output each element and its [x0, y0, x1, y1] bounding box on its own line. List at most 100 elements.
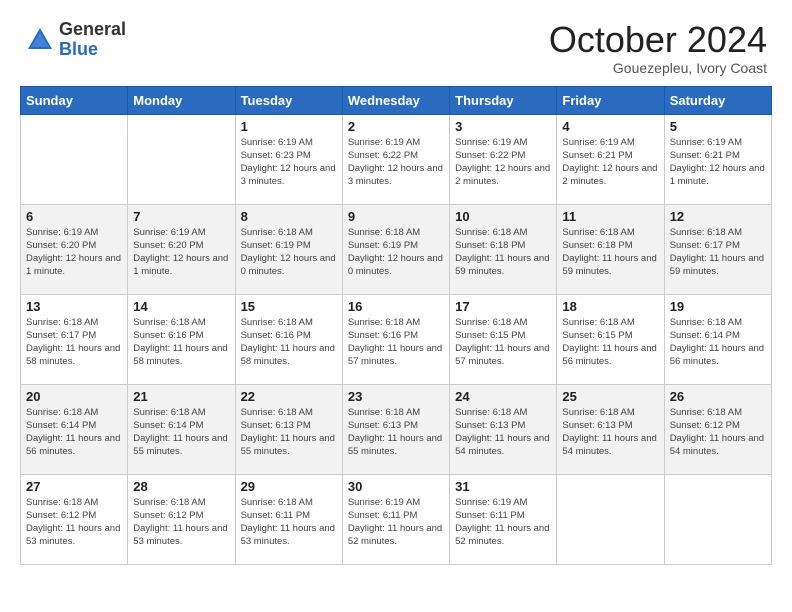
day-info: Sunrise: 6:18 AM Sunset: 6:12 PM Dayligh…: [26, 496, 122, 549]
day-info: Sunrise: 6:18 AM Sunset: 6:17 PM Dayligh…: [26, 316, 122, 369]
calendar-day-cell: 17Sunrise: 6:18 AM Sunset: 6:15 PM Dayli…: [450, 294, 557, 384]
calendar-day-cell: 31 Sunrise: 6:19 AM Sunset: 6:11 PM Dayli…: [450, 474, 557, 564]
day-of-week-header: Wednesday: [342, 86, 449, 114]
day-number: 27: [26, 479, 122, 494]
day-number: 12: [670, 209, 766, 224]
logo-icon: [25, 25, 55, 55]
day-number: 2: [348, 119, 444, 134]
day-of-week-header: Tuesday: [235, 86, 342, 114]
day-info: Sunrise: 6:18 AM Sunset: 6:11 PM Dayligh…: [241, 496, 337, 549]
day-info: Sunrise: 6:19 AM Sunset: 6:11 PM Dayligh…: [348, 496, 444, 549]
day-info: Sunrise: 6:18 AM Sunset: 6:16 PM Dayligh…: [133, 316, 229, 369]
day-number: 28: [133, 479, 229, 494]
day-number: 14: [133, 299, 229, 314]
calendar-day-cell: [557, 474, 664, 564]
day-info: Sunrise: 6:19 AM Sunset: 6:23 PM Dayligh…: [241, 136, 337, 189]
day-number: 9: [348, 209, 444, 224]
day-number: 11: [562, 209, 658, 224]
calendar-day-cell: 3Sunrise: 6:19 AM Sunset: 6:22 PM Daylig…: [450, 114, 557, 204]
day-of-week-header: Friday: [557, 86, 664, 114]
calendar-week-row: 1Sunrise: 6:19 AM Sunset: 6:23 PM Daylig…: [21, 114, 772, 204]
calendar-day-cell: 12 Sunrise: 6:18 AM Sunset: 6:17 PM Dayli…: [664, 204, 771, 294]
day-info: Sunrise: 6:18 AM Sunset: 6:17 PM Dayligh…: [670, 226, 766, 279]
day-number: 5: [670, 119, 766, 134]
day-info: Sunrise: 6:18 AM Sunset: 6:16 PM Dayligh…: [241, 316, 337, 369]
day-info: Sunrise: 6:18 AM Sunset: 6:16 PM Dayligh…: [348, 316, 444, 369]
day-info: Sunrise: 6:18 AM Sunset: 6:18 PM Dayligh…: [455, 226, 551, 279]
calendar-day-cell: 26 Sunrise: 6:18 AM Sunset: 6:12 PM Dayli…: [664, 384, 771, 474]
day-number: 16: [348, 299, 444, 314]
day-number: 31: [455, 479, 551, 494]
day-info: Sunrise: 6:18 AM Sunset: 6:14 PM Dayligh…: [26, 406, 122, 459]
calendar-day-cell: 28 Sunrise: 6:18 AM Sunset: 6:12 PM Dayli…: [128, 474, 235, 564]
day-info: Sunrise: 6:19 AM Sunset: 6:22 PM Dayligh…: [348, 136, 444, 189]
day-info: Sunrise: 6:19 AM Sunset: 6:22 PM Dayligh…: [455, 136, 551, 189]
day-number: 24: [455, 389, 551, 404]
calendar-day-cell: 4 Sunrise: 6:19 AM Sunset: 6:21 PM Daylig…: [557, 114, 664, 204]
logo-blue-text: Blue: [59, 40, 126, 60]
calendar-body: 1Sunrise: 6:19 AM Sunset: 6:23 PM Daylig…: [21, 114, 772, 564]
calendar-day-cell: 13 Sunrise: 6:18 AM Sunset: 6:17 PM Dayli…: [21, 294, 128, 384]
day-info: Sunrise: 6:18 AM Sunset: 6:12 PM Dayligh…: [133, 496, 229, 549]
calendar-day-cell: 21 Sunrise: 6:18 AM Sunset: 6:14 PM Dayli…: [128, 384, 235, 474]
day-info: Sunrise: 6:18 AM Sunset: 6:15 PM Dayligh…: [455, 316, 551, 369]
day-info: Sunrise: 6:19 AM Sunset: 6:20 PM Dayligh…: [26, 226, 122, 279]
day-number: 22: [241, 389, 337, 404]
calendar-day-cell: 20 Sunrise: 6:18 AM Sunset: 6:14 PM Dayli…: [21, 384, 128, 474]
calendar-day-cell: 29 Sunrise: 6:18 AM Sunset: 6:11 PM Dayli…: [235, 474, 342, 564]
calendar-day-cell: 11Sunrise: 6:18 AM Sunset: 6:18 PM Dayli…: [557, 204, 664, 294]
calendar-day-cell: 2 Sunrise: 6:19 AM Sunset: 6:22 PM Daylig…: [342, 114, 449, 204]
day-number: 19: [670, 299, 766, 314]
day-number: 25: [562, 389, 658, 404]
calendar-table: SundayMondayTuesdayWednesdayThursdayFrid…: [20, 86, 772, 565]
calendar-header: SundayMondayTuesdayWednesdayThursdayFrid…: [21, 86, 772, 114]
day-number: 7: [133, 209, 229, 224]
day-number: 8: [241, 209, 337, 224]
day-number: 26: [670, 389, 766, 404]
day-info: Sunrise: 6:18 AM Sunset: 6:14 PM Dayligh…: [133, 406, 229, 459]
calendar-day-cell: 25 Sunrise: 6:18 AM Sunset: 6:13 PM Dayli…: [557, 384, 664, 474]
calendar-day-cell: 7 Sunrise: 6:19 AM Sunset: 6:20 PM Daylig…: [128, 204, 235, 294]
day-of-week-header: Sunday: [21, 86, 128, 114]
calendar-day-cell: 5Sunrise: 6:19 AM Sunset: 6:21 PM Daylig…: [664, 114, 771, 204]
month-title: October 2024: [549, 20, 767, 60]
day-number: 30: [348, 479, 444, 494]
location-subtitle: Gouezepleu, Ivory Coast: [549, 60, 767, 76]
logo: General Blue: [25, 20, 126, 60]
calendar-day-cell: 16 Sunrise: 6:18 AM Sunset: 6:16 PM Dayli…: [342, 294, 449, 384]
calendar-day-cell: 1Sunrise: 6:19 AM Sunset: 6:23 PM Daylig…: [235, 114, 342, 204]
day-info: Sunrise: 6:18 AM Sunset: 6:12 PM Dayligh…: [670, 406, 766, 459]
page-header: General Blue October 2024 Gouezepleu, Iv…: [10, 10, 782, 81]
day-number: 4: [562, 119, 658, 134]
day-number: 13: [26, 299, 122, 314]
day-info: Sunrise: 6:19 AM Sunset: 6:21 PM Dayligh…: [562, 136, 658, 189]
calendar-day-cell: 22 Sunrise: 6:18 AM Sunset: 6:13 PM Dayli…: [235, 384, 342, 474]
logo-general-text: General: [59, 20, 126, 40]
day-number: 15: [241, 299, 337, 314]
calendar-day-cell: 9Sunrise: 6:18 AM Sunset: 6:19 PM Daylig…: [342, 204, 449, 294]
day-info: Sunrise: 6:18 AM Sunset: 6:13 PM Dayligh…: [455, 406, 551, 459]
day-number: 20: [26, 389, 122, 404]
day-of-week-header: Monday: [128, 86, 235, 114]
day-info: Sunrise: 6:18 AM Sunset: 6:13 PM Dayligh…: [241, 406, 337, 459]
logo-text: General Blue: [59, 20, 126, 60]
day-info: Sunrise: 6:19 AM Sunset: 6:11 PM Dayligh…: [455, 496, 551, 549]
day-of-week-header: Saturday: [664, 86, 771, 114]
calendar-day-cell: 18Sunrise: 6:18 AM Sunset: 6:15 PM Dayli…: [557, 294, 664, 384]
day-number: 23: [348, 389, 444, 404]
day-number: 29: [241, 479, 337, 494]
day-info: Sunrise: 6:18 AM Sunset: 6:15 PM Dayligh…: [562, 316, 658, 369]
title-section: October 2024 Gouezepleu, Ivory Coast: [549, 20, 767, 76]
day-number: 6: [26, 209, 122, 224]
calendar-day-cell: 19Sunrise: 6:18 AM Sunset: 6:14 PM Dayli…: [664, 294, 771, 384]
day-info: Sunrise: 6:18 AM Sunset: 6:13 PM Dayligh…: [348, 406, 444, 459]
calendar-day-cell: [21, 114, 128, 204]
calendar-day-cell: 8Sunrise: 6:18 AM Sunset: 6:19 PM Daylig…: [235, 204, 342, 294]
calendar-day-cell: [128, 114, 235, 204]
calendar-day-cell: 14 Sunrise: 6:18 AM Sunset: 6:16 PM Dayli…: [128, 294, 235, 384]
calendar-day-cell: 6 Sunrise: 6:19 AM Sunset: 6:20 PM Daylig…: [21, 204, 128, 294]
day-of-week-header: Thursday: [450, 86, 557, 114]
day-info: Sunrise: 6:19 AM Sunset: 6:20 PM Dayligh…: [133, 226, 229, 279]
day-number: 21: [133, 389, 229, 404]
day-info: Sunrise: 6:18 AM Sunset: 6:13 PM Dayligh…: [562, 406, 658, 459]
